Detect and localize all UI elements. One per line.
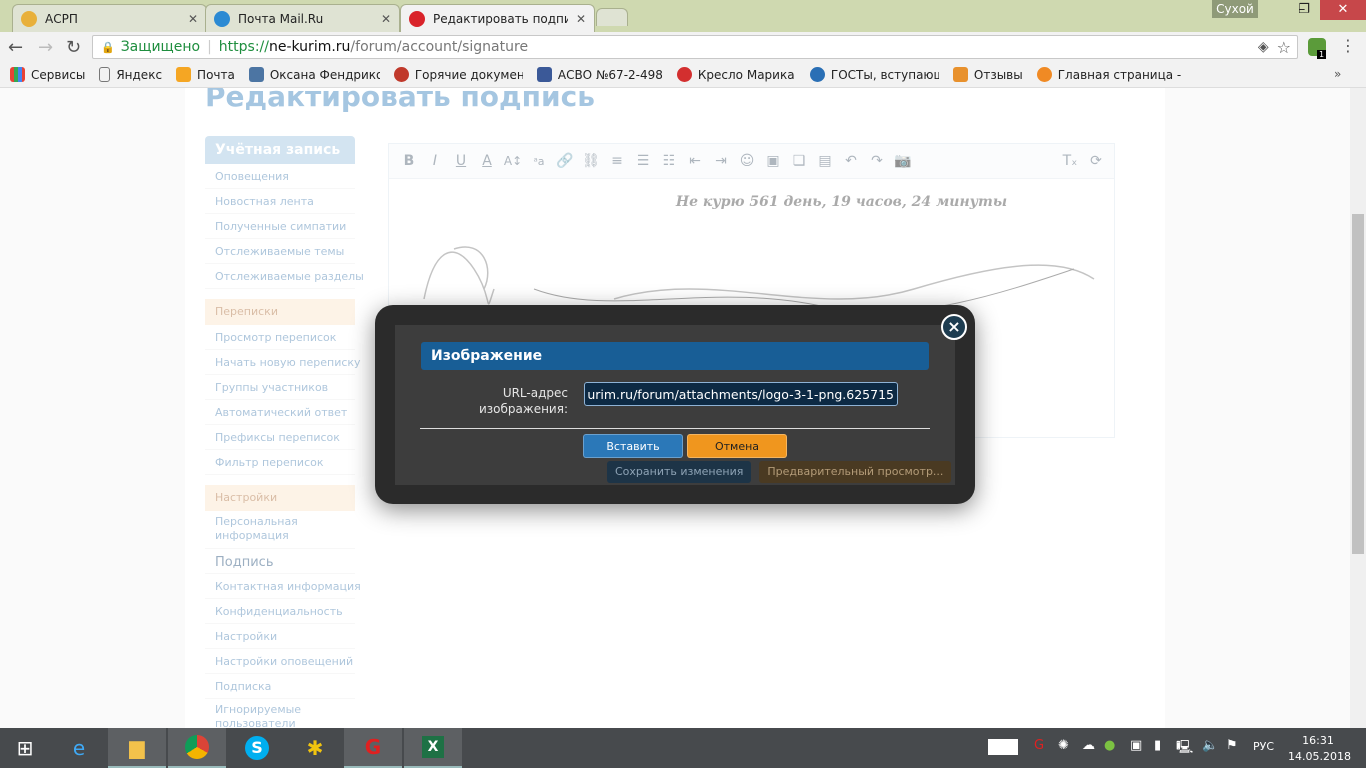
tab-title: Почта Mail.Ru	[238, 11, 324, 26]
url-path: /forum/account/signature	[350, 39, 529, 55]
back-icon[interactable]: ←	[8, 37, 23, 58]
close-dialog-icon[interactable]: ×	[941, 314, 967, 340]
more-bookmarks-button[interactable]: »	[1334, 67, 1341, 81]
tab-favicon	[21, 10, 37, 27]
close-tab-icon[interactable]: ✕	[188, 12, 198, 26]
clock-time: 16:31	[1302, 734, 1334, 747]
users-icon	[536, 67, 552, 82]
mail-icon	[176, 67, 192, 82]
scrollbar-thumb[interactable]	[1352, 214, 1364, 554]
skype-icon[interactable]: S	[228, 728, 286, 768]
bookmark-label: Почта	[197, 67, 235, 82]
keyboard-icon[interactable]	[988, 739, 1018, 755]
clock[interactable]: 16:31 14.05.2018	[1288, 733, 1351, 765]
r-icon	[1036, 67, 1052, 82]
tray-spider-icon[interactable]: ✺	[1058, 738, 1069, 753]
preview-button[interactable]: Предварительный просмотр...	[759, 461, 952, 483]
start-button[interactable]: ⊞	[0, 728, 50, 768]
chrome-icon[interactable]	[168, 728, 226, 768]
tab-favicon	[214, 10, 230, 27]
volume-icon[interactable]: 🔈	[1202, 738, 1218, 753]
star-icon[interactable]: ☆	[1277, 38, 1291, 57]
language-indicator[interactable]: РУС	[1253, 740, 1274, 753]
docs-icon	[393, 67, 409, 82]
tab-asrp[interactable]: АСРП ✕	[12, 4, 207, 32]
battery-icon[interactable]: ▮	[1154, 738, 1161, 753]
form-buttons: Сохранить изменения Предварительный прос…	[607, 461, 952, 483]
url-scheme: https://	[218, 39, 269, 55]
close-tab-icon[interactable]: ✕	[576, 12, 586, 26]
excel-icon[interactable]: X	[404, 728, 462, 768]
close-tab-icon[interactable]: ✕	[381, 12, 391, 26]
bookmark-item[interactable]: Кресло Марика - ку	[676, 67, 796, 82]
bookmark-label: ГОСТы, вступающие	[830, 67, 939, 82]
bookmark-item[interactable]: Отзывы	[952, 67, 1023, 82]
explorer-icon[interactable]: ▆	[108, 728, 166, 768]
gost-icon	[809, 67, 825, 82]
tray-g-icon[interactable]: G	[1034, 738, 1044, 753]
h-icon	[676, 67, 692, 82]
tab-title: Редактировать подпись	[433, 11, 568, 26]
tab-bar: АСРП ✕ Почта Mail.Ru ✕ Редактировать подпи…	[0, 0, 1366, 32]
clock-date: 14.05.2018	[1288, 750, 1351, 763]
bookmark-label: АСВО №67-2-498	[557, 67, 663, 82]
tab-title: АСРП	[45, 11, 78, 26]
vk-icon	[248, 67, 264, 82]
bookmark-item[interactable]: Сервисы	[10, 67, 85, 82]
insert-button[interactable]: Вставить	[583, 434, 683, 458]
close-window-button[interactable]: ✕	[1320, 0, 1366, 20]
divider	[420, 428, 930, 429]
extension-badge: 1	[1317, 50, 1327, 59]
new-tab-button[interactable]	[596, 8, 628, 26]
bookmark-item[interactable]: ГОСТы, вступающие	[809, 67, 939, 82]
omnibox[interactable]: 🔒 Защищено | https://ne-kurim.ru/forum/a…	[92, 35, 1298, 59]
secure-label: Защищено	[120, 39, 201, 55]
tab-mail[interactable]: Почта Mail.Ru ✕	[205, 4, 400, 32]
shield-icon[interactable]: ◈	[1258, 39, 1269, 55]
forward-icon[interactable]: →	[38, 37, 53, 58]
menu-icon[interactable]: ⋮	[1340, 36, 1356, 55]
page-icon	[99, 67, 111, 82]
bookmark-item[interactable]: Горячие документы	[393, 67, 523, 82]
bookmark-label: Яндекс	[116, 67, 163, 82]
url-label: URL-адрес изображения:	[479, 386, 568, 416]
tab-favicon	[409, 10, 425, 27]
lock-icon: 🔒	[101, 40, 115, 54]
dialog-title: Изображение	[421, 342, 929, 370]
bookmark-label: Горячие документы	[414, 67, 523, 82]
bookmark-label: Отзывы	[973, 67, 1023, 82]
bookmark-item[interactable]: Главная страница -	[1036, 67, 1182, 82]
bookmark-item[interactable]: Оксана Фендрикова	[248, 67, 380, 82]
tray-window-icon[interactable]: ▣	[1130, 738, 1142, 753]
bee-icon[interactable]: ✱	[286, 728, 344, 768]
bookmarks-bar: Сервисы Яндекс Почта Оксана Фендрикова Г…	[0, 62, 1366, 88]
profile-button[interactable]: Сухой	[1212, 0, 1258, 18]
network-icon[interactable]: 🖳	[1176, 738, 1193, 760]
bookmark-label: Главная страница -	[1057, 67, 1182, 82]
image-url-input[interactable]	[584, 382, 898, 406]
cancel-button[interactable]: Отмена	[687, 434, 787, 458]
reviews-icon	[952, 67, 968, 82]
bookmark-label: Оксана Фендрикова	[269, 67, 380, 82]
bookmark-label: Кресло Марика - ку	[697, 67, 796, 82]
action-center-icon[interactable]: ⚑	[1226, 738, 1238, 753]
url-host: ne-kurim.ru	[268, 39, 351, 55]
reload-icon[interactable]: ↻	[66, 37, 81, 58]
bookmark-label: Сервисы	[31, 67, 86, 82]
bookmark-item[interactable]: АСВО №67-2-498	[536, 67, 663, 82]
apps-icon	[10, 67, 25, 82]
save-changes-button[interactable]: Сохранить изменения	[607, 461, 752, 483]
bookmark-item[interactable]: Яндекс	[99, 67, 162, 82]
tray-leaf-icon[interactable]: ●	[1104, 738, 1115, 753]
bookmark-item[interactable]: Почта	[176, 67, 235, 82]
app-g-icon[interactable]: G	[344, 728, 402, 768]
tray-cloud-icon[interactable]: ☁	[1082, 738, 1095, 753]
taskbar: ⊞ e ▆ S ✱ G X G ✺ ☁ ● ▣ ▮ 🖳 🔈 ⚑ РУС	[0, 728, 1366, 768]
ie-icon[interactable]: e	[50, 728, 108, 768]
tab-signature[interactable]: Редактировать подпись ✕	[400, 4, 595, 32]
